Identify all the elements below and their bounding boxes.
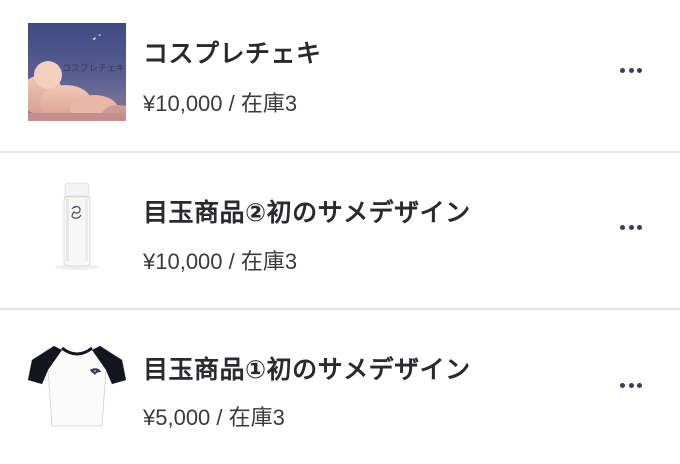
cosplay-cheki-photo: コスプレチェキ	[28, 23, 126, 121]
product-price-stock: ¥10,000 / 在庫3	[143, 249, 298, 274]
product-price-stock: ¥5,000 / 在庫3	[143, 405, 285, 430]
product-item[interactable]: 目玉商品①初のサメデザイン ¥5,000 / 在庫3	[0, 310, 680, 462]
more-options-button[interactable]	[614, 60, 648, 80]
product-thumbnail[interactable]	[28, 336, 126, 434]
product-thumbnail[interactable]: コスプレチェキ	[28, 23, 126, 121]
product-list: コスプレチェキ コスプレチェキ ¥10,000 / 在庫3 目玉商品②初のサメデ…	[0, 0, 680, 464]
more-options-button[interactable]	[614, 217, 648, 237]
product-title[interactable]: 目玉商品②初のサメデザイン	[143, 193, 471, 229]
product-title[interactable]: コスプレチェキ	[143, 34, 322, 70]
raglan-tshirt-photo	[28, 336, 126, 434]
more-horizontal-icon	[637, 67, 642, 73]
product-item[interactable]: コスプレチェキ コスプレチェキ ¥10,000 / 在庫3	[0, 0, 680, 152]
more-horizontal-icon	[628, 67, 634, 73]
white-water-bottle-photo	[28, 175, 126, 273]
more-horizontal-icon	[628, 382, 634, 388]
thumbnail-caption: コスプレチェキ	[62, 63, 125, 74]
more-horizontal-icon	[637, 382, 642, 388]
more-horizontal-icon	[637, 224, 642, 230]
more-horizontal-icon	[628, 224, 634, 230]
divider	[0, 151, 680, 153]
product-item[interactable]: 目玉商品②初のサメデザイン ¥10,000 / 在庫3	[0, 154, 680, 306]
more-horizontal-icon	[620, 67, 625, 73]
product-thumbnail[interactable]	[28, 175, 126, 273]
product-title[interactable]: 目玉商品①初のサメデザイン	[143, 350, 471, 386]
more-options-button[interactable]	[614, 375, 648, 395]
more-horizontal-icon	[620, 224, 625, 230]
product-price-stock: ¥10,000 / 在庫3	[143, 91, 298, 116]
more-horizontal-icon	[620, 382, 625, 388]
